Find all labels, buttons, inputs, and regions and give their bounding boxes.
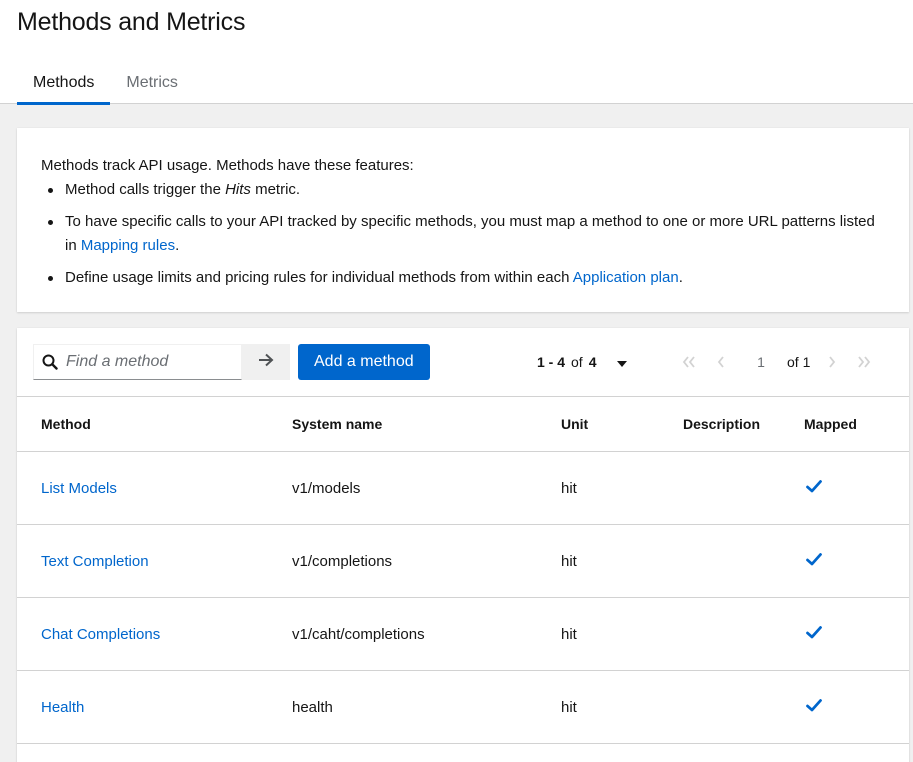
tab-metrics[interactable]: Metrics [110, 64, 194, 104]
method-link[interactable]: Text Completion [41, 553, 149, 570]
unit-cell: hit [561, 552, 577, 570]
table-row: Text Completion v1/completions hit [17, 525, 909, 598]
hits-metric-name: Hits [225, 181, 251, 198]
feature-text: To have specific calls to your API track… [65, 213, 875, 254]
info-intro: Methods track API usage. Methods have th… [41, 157, 414, 174]
tab-methods[interactable]: Methods [17, 64, 111, 105]
feature-item: Define usage limits and pricing rules fo… [41, 266, 885, 290]
table-header-row: Method System name Unit Description Mapp… [17, 396, 909, 452]
check-icon [806, 698, 822, 716]
column-header-system-name[interactable]: System name [292, 397, 561, 452]
table-row: List Models v1/models hit [17, 452, 909, 525]
description-cell [683, 452, 804, 525]
check-icon [806, 479, 822, 497]
description-cell [683, 598, 804, 671]
page-header: Methods and Metrics Methods Metrics [0, 0, 913, 105]
description-cell [683, 525, 804, 598]
table-row: Chat Completions v1/caht/completions hit [17, 598, 909, 671]
search-input[interactable] [66, 353, 236, 371]
current-page-input[interactable]: 1 [743, 354, 779, 370]
check-icon [806, 625, 822, 643]
search-submit-button[interactable] [242, 344, 290, 380]
column-header-method[interactable]: Method [17, 397, 292, 452]
feature-text: Method calls trigger the [65, 181, 226, 198]
unit-cell: hit [561, 625, 577, 643]
angle-right-icon[interactable] [816, 356, 848, 368]
column-header-description: Description [683, 416, 761, 432]
description-cell [683, 671, 804, 744]
search-box [33, 344, 242, 380]
feature-list: Method calls trigger the Hits metric. To… [41, 178, 885, 290]
pagination-total: 4 [588, 354, 597, 370]
arrow-right-icon [258, 353, 274, 372]
feature-text: metric. [250, 181, 301, 198]
page-title: Methods and Metrics [17, 8, 246, 36]
feature-item: To have specific calls to your API track… [41, 210, 885, 258]
table-row: Health health hit [17, 671, 909, 744]
method-link[interactable]: List Models [41, 480, 117, 497]
column-header-mapped: Mapped [804, 416, 857, 432]
system-name-cell: v1/caht/completions [292, 625, 425, 643]
feature-text: Define usage limits and pricing rules fo… [65, 269, 573, 286]
unit-cell: hit [561, 698, 577, 716]
search-icon [34, 354, 66, 370]
methods-table: Method System name Unit Description Mapp… [17, 396, 909, 744]
page-count-label: of 1 [787, 354, 811, 370]
pagination-of: of [571, 354, 583, 370]
pagination-toggle[interactable]: 1 - 4 of 4 [537, 344, 627, 380]
application-plan-link[interactable]: Application plan [573, 269, 679, 286]
pagination-range: 1 - 4 [537, 354, 566, 370]
method-link[interactable]: Health [41, 699, 84, 716]
feature-item: Method calls trigger the Hits metric. [41, 178, 885, 202]
system-name-cell: health [292, 698, 333, 716]
add-method-button[interactable]: Add a method [298, 344, 430, 380]
tabs: Methods Metrics [17, 64, 194, 105]
feature-text: . [678, 269, 683, 286]
feature-text: . [175, 237, 180, 254]
check-icon [806, 552, 822, 570]
toolbar: Add a method 1 - 4 of 4 1 of 1 [17, 328, 909, 396]
pagination-nav: 1 of 1 [673, 344, 880, 380]
method-link[interactable]: Chat Completions [41, 626, 160, 643]
unit-cell: hit [561, 479, 577, 497]
mapping-rules-link[interactable]: Mapping rules [81, 237, 175, 254]
angle-left-icon[interactable] [705, 356, 737, 368]
methods-table-card: Add a method 1 - 4 of 4 1 of 1 [17, 328, 909, 762]
info-card: Methods track API usage. Methods have th… [17, 128, 909, 312]
system-name-cell: v1/models [292, 479, 361, 497]
angle-double-left-icon[interactable] [673, 356, 705, 368]
caret-down-icon [616, 354, 627, 370]
column-header-unit[interactable]: Unit [561, 397, 683, 452]
angle-double-right-icon[interactable] [848, 356, 880, 368]
system-name-cell: v1/completions [292, 552, 393, 570]
